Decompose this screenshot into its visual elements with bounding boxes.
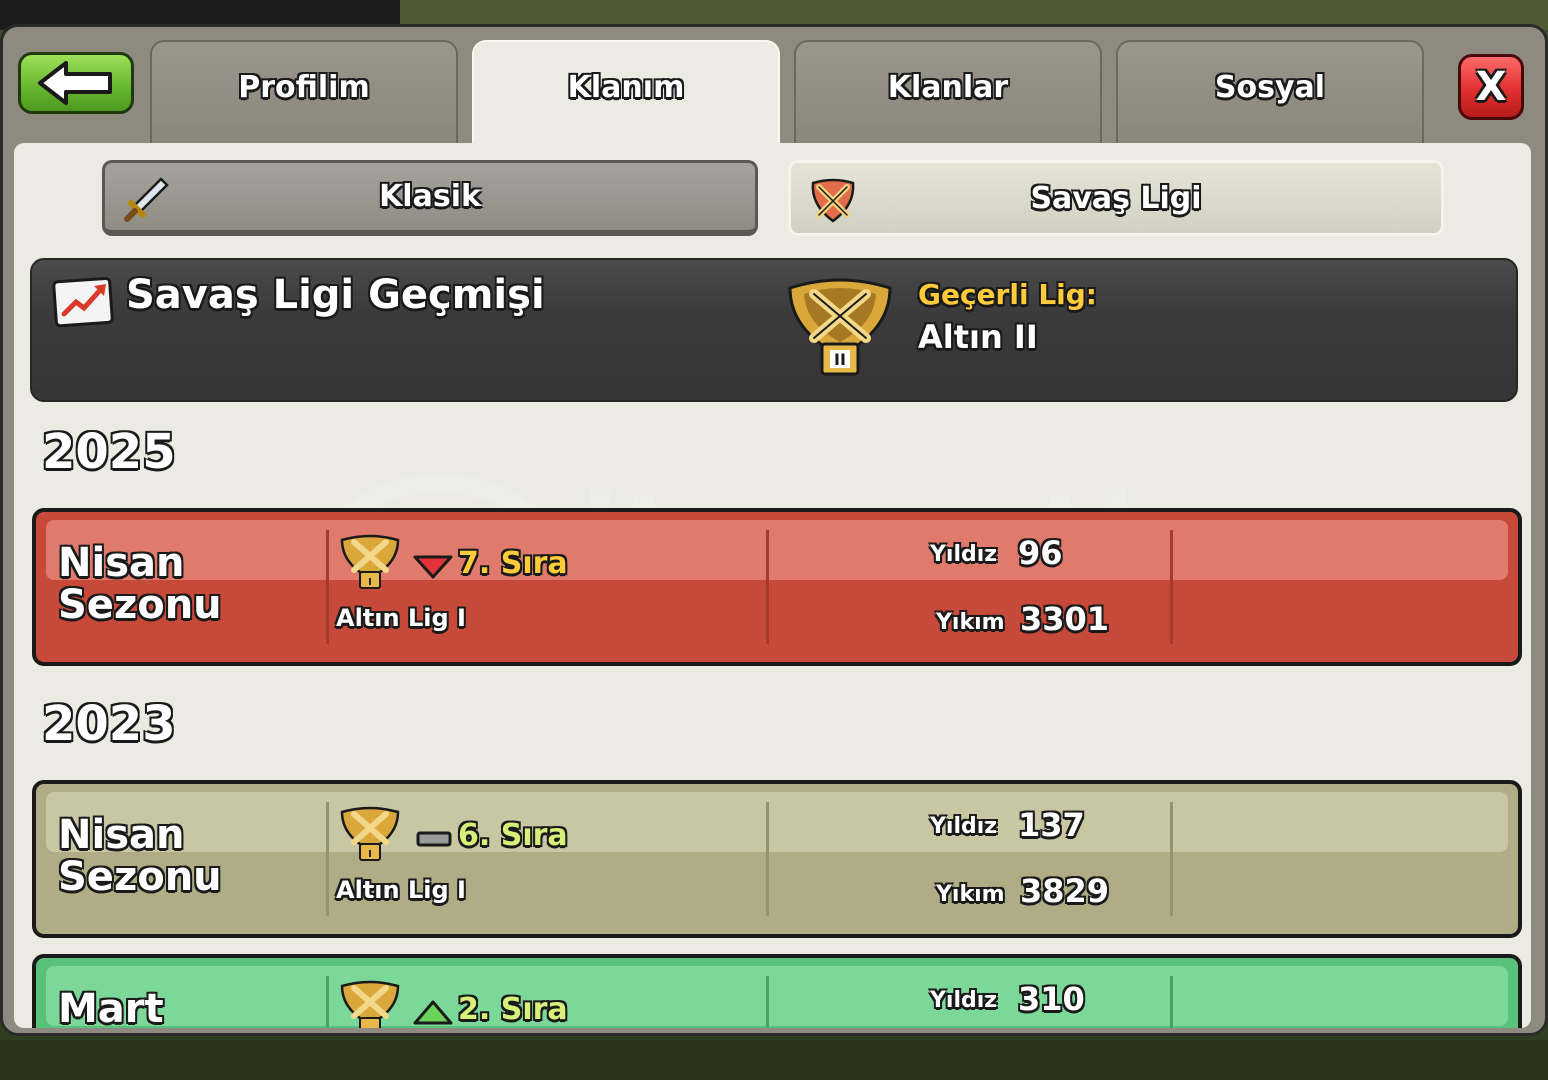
gold-league-badge-icon: II <box>782 268 898 384</box>
year-heading-2025: 2025 <box>42 424 176 480</box>
season-row[interactable]: Nisan Sezonu I 7. Sıra Altın Lig I Yıldız… <box>32 508 1522 666</box>
tab-klanlar[interactable]: Klanlar <box>794 40 1102 144</box>
subtab-klasik[interactable]: Klasik <box>102 160 758 236</box>
season-league: Altın Lig I <box>336 604 466 632</box>
subtab-klasik-label: Klasik <box>379 179 481 214</box>
trend-chart-icon <box>52 274 116 332</box>
rank-down-icon <box>412 554 454 584</box>
game-background-bottom <box>0 1040 1548 1080</box>
subtab-savas-label: Savaş Ligi <box>1030 180 1202 216</box>
divider <box>766 976 769 1028</box>
sword-icon <box>121 175 171 233</box>
divider <box>1170 976 1173 1028</box>
gold-league-badge-icon: I <box>338 802 402 868</box>
year-heading-2023: 2023 <box>42 696 176 752</box>
destruction-label: Yıkım <box>936 882 1005 907</box>
svg-text:II: II <box>834 350 846 369</box>
destruction-value: 3829 <box>1020 872 1110 910</box>
divider <box>766 530 769 644</box>
season-name: Mart <box>58 986 164 1028</box>
destruction-label: Yıkım <box>936 610 1005 635</box>
svg-text:I: I <box>368 577 372 588</box>
divider <box>326 802 329 916</box>
divider <box>1170 530 1173 644</box>
season-rank: 2. Sıra <box>458 992 568 1027</box>
season-rank: 7. Sıra <box>458 546 568 581</box>
season-name: Nisan Sezonu <box>58 540 222 628</box>
tab-klanim[interactable]: Klanım <box>472 40 780 144</box>
gold-league-badge-icon <box>338 976 402 1028</box>
tab-sosyal[interactable]: Sosyal <box>1116 40 1424 144</box>
row-highlight <box>46 520 1508 580</box>
divider <box>326 976 329 1028</box>
stars-value: 96 <box>1018 534 1063 572</box>
back-button[interactable] <box>18 52 134 114</box>
crossed-swords-icon <box>807 175 859 233</box>
current-league-label: Geçerli Lig: <box>918 278 1097 311</box>
rank-same-icon <box>416 830 452 852</box>
season-rank: 6. Sıra <box>458 818 568 853</box>
history-title: Savaş Ligi Geçmişi <box>126 272 545 318</box>
divider <box>326 530 329 644</box>
season-league: Altın Lig I <box>336 876 466 904</box>
divider <box>1170 802 1173 916</box>
back-arrow-icon <box>38 61 112 105</box>
close-button[interactable]: X <box>1458 54 1524 120</box>
stars-value: 137 <box>1018 806 1085 844</box>
svg-text:I: I <box>368 849 372 860</box>
stars-label: Yıldız <box>930 542 998 567</box>
tab-profilim[interactable]: Profilim <box>150 40 458 144</box>
row-highlight <box>46 966 1508 1026</box>
stars-value: 310 <box>1018 980 1085 1018</box>
gold-league-badge-icon: I <box>338 530 402 596</box>
divider <box>766 802 769 916</box>
stars-label: Yıldız <box>930 988 998 1013</box>
rank-up-icon <box>412 998 454 1028</box>
season-row[interactable]: Mart 2. Sıra Yıldız 310 <box>32 954 1522 1028</box>
current-league-value: Altın II <box>918 318 1038 356</box>
season-name: Nisan Sezonu <box>58 812 222 900</box>
season-row[interactable]: Nisan Sezonu I 6. Sıra Altın Lig I Yıldız… <box>32 780 1522 938</box>
subtab-savas-ligi[interactable]: Savaş Ligi <box>788 160 1444 236</box>
destruction-value: 3301 <box>1020 600 1110 638</box>
stars-label: Yıldız <box>930 814 998 839</box>
row-highlight <box>46 792 1508 852</box>
